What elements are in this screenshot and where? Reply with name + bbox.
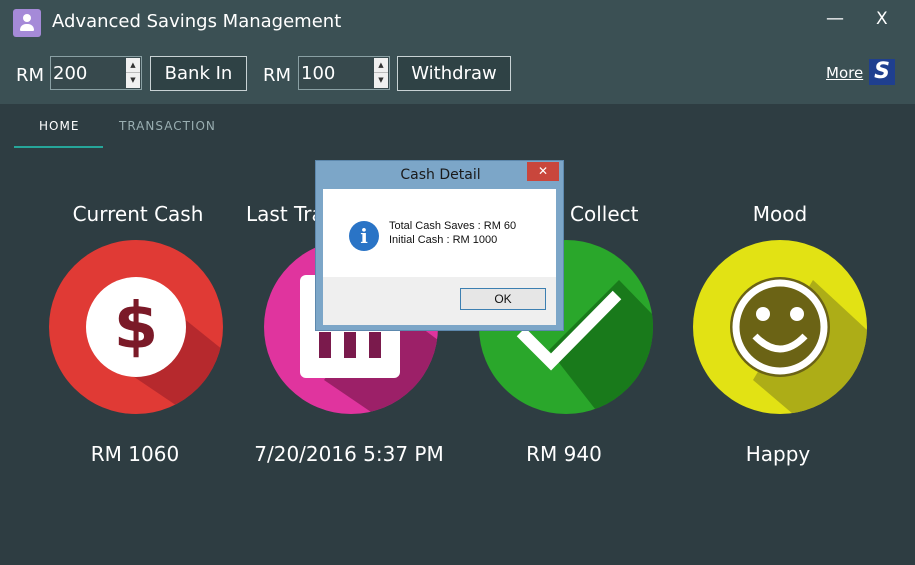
window-title: Advanced Savings Management [52, 11, 342, 32]
bank-in-currency-label: RM [16, 65, 45, 86]
mood-title: Mood [752, 202, 808, 226]
withdraw-currency-label: RM [263, 65, 292, 86]
dialog-close-button[interactable]: ✕ [527, 162, 559, 181]
bank-in-amount-stepper: ▲ ▼ [50, 56, 142, 90]
toolbar: RM ▲ ▼ Bank In RM ▲ ▼ Withdraw More S [0, 44, 915, 104]
total-cash-saves-text: Total Cash Saves : RM 60 [389, 220, 517, 232]
last-transaction-value: 7/20/2016 5:37 PM [254, 442, 444, 466]
withdraw-amount-stepper: ▲ ▼ [298, 56, 390, 90]
dialog-footer: OK [323, 277, 556, 325]
ok-button[interactable]: OK [460, 288, 546, 310]
tab-bar: HOME TRANSACTION [0, 104, 915, 148]
tab-transaction[interactable]: TRANSACTION [119, 119, 216, 133]
cash-detail-dialog: Cash Detail ✕ i Total Cash Saves : RM 60… [315, 160, 564, 331]
close-button[interactable]: X [876, 9, 888, 29]
collect-value: RM 940 [526, 442, 602, 466]
info-icon: i [349, 221, 379, 251]
withdraw-increment-icon[interactable]: ▲ [374, 58, 388, 73]
dialog-message: Total Cash Saves : RM 60 Initial Cash : … [389, 219, 516, 247]
current-cash-title: Current Cash [72, 202, 204, 226]
s-logo-icon: S [869, 59, 895, 85]
svg-text:$: $ [114, 290, 159, 364]
dialog-body: i Total Cash Saves : RM 60 Initial Cash … [323, 189, 556, 325]
more-link[interactable]: More [826, 64, 863, 82]
bank-in-amount-input[interactable] [51, 57, 127, 89]
active-tab-indicator [14, 146, 103, 148]
bank-in-button[interactable]: Bank In [150, 56, 247, 91]
withdraw-decrement-icon[interactable]: ▼ [374, 73, 388, 88]
title-bar: Advanced Savings Management — X [0, 0, 915, 44]
dollar-icon: $ [86, 277, 223, 414]
bank-in-increment-icon[interactable]: ▲ [126, 58, 140, 73]
current-cash-value: RM 1060 [90, 442, 180, 466]
withdraw-button[interactable]: Withdraw [397, 56, 511, 91]
bank-in-decrement-icon[interactable]: ▼ [126, 73, 140, 88]
tab-home[interactable]: HOME [39, 119, 79, 133]
app-user-icon [13, 9, 41, 37]
collect-title: Collect [570, 202, 639, 226]
withdraw-amount-input[interactable] [299, 57, 375, 89]
mood-circle [693, 240, 867, 414]
last-transaction-title: Last Tra [246, 202, 324, 226]
smiley-icon [730, 277, 867, 414]
minimize-button[interactable]: — [826, 8, 844, 29]
mood-value: Happy [745, 442, 811, 466]
current-cash-circle: $ [49, 240, 223, 414]
initial-cash-text: Initial Cash : RM 1000 [389, 234, 498, 246]
